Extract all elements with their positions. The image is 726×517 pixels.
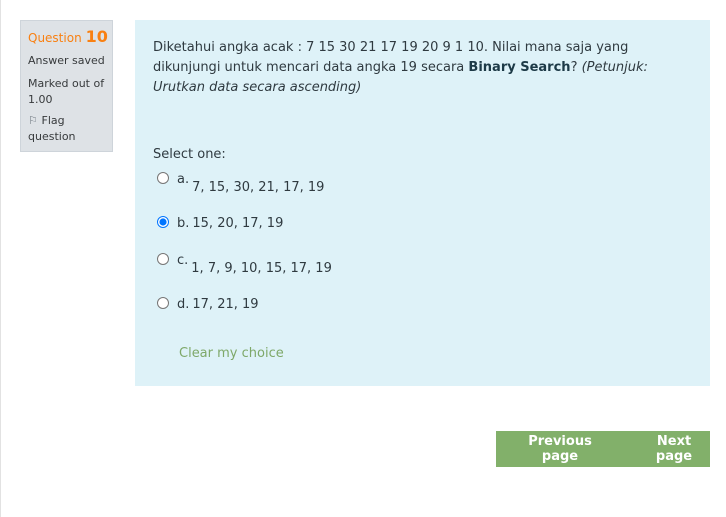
answer-prompt: Select one: bbox=[153, 147, 226, 162]
answer-option-b[interactable]: b. 15, 20, 17, 19 bbox=[157, 216, 283, 231]
answer-letter-a: a. bbox=[177, 172, 190, 187]
answer-letter-b: b. bbox=[177, 216, 190, 231]
question-text-after: ? bbox=[570, 60, 582, 75]
question-grade: Marked out of 1.00 bbox=[28, 77, 105, 106]
answer-radio-a[interactable] bbox=[157, 172, 169, 184]
flag-question-link[interactable]: ⚐ Flag question bbox=[28, 113, 105, 145]
next-page-button[interactable]: Next page bbox=[638, 434, 710, 464]
answer-radio-c[interactable] bbox=[157, 253, 169, 265]
answer-option-a[interactable]: a. 7, 15, 30, 21, 17, 19 bbox=[157, 172, 324, 195]
flag-icon: ⚐ bbox=[28, 114, 38, 127]
answer-option-c[interactable]: c. 1, 7, 9, 10, 15, 17, 19 bbox=[157, 253, 332, 276]
question-label: Question bbox=[28, 31, 82, 45]
question-state: Answer saved bbox=[28, 54, 105, 67]
page-navigation: Previous page Next page bbox=[496, 431, 710, 467]
answer-text-b: 15, 20, 17, 19 bbox=[192, 216, 284, 231]
answer-letter-d: d. bbox=[177, 297, 190, 312]
question-info-panel: Question 10 Answer saved Marked out of 1… bbox=[20, 20, 113, 152]
question-text: Diketahui angka acak : 7 15 30 21 17 19 … bbox=[153, 38, 692, 98]
question-number-value: 10 bbox=[85, 27, 108, 46]
question-number: Question 10 bbox=[28, 27, 108, 46]
answer-letter-c: c. bbox=[177, 253, 189, 268]
question-content: Diketahui angka acak : 7 15 30 21 17 19 … bbox=[135, 20, 710, 386]
clear-choice-link[interactable]: Clear my choice bbox=[179, 346, 284, 361]
answer-radio-d[interactable] bbox=[157, 297, 169, 309]
answer-text-a: 7, 15, 30, 21, 17, 19 bbox=[192, 180, 325, 195]
question-text-keyword: Binary Search bbox=[468, 60, 571, 75]
answer-radio-b[interactable] bbox=[157, 216, 169, 228]
answer-text-d: 17, 21, 19 bbox=[192, 297, 259, 312]
answer-option-d[interactable]: d. 17, 21, 19 bbox=[157, 297, 259, 312]
previous-page-button[interactable]: Previous page bbox=[510, 434, 610, 464]
answer-text-c: 1, 7, 9, 10, 15, 17, 19 bbox=[191, 261, 332, 276]
